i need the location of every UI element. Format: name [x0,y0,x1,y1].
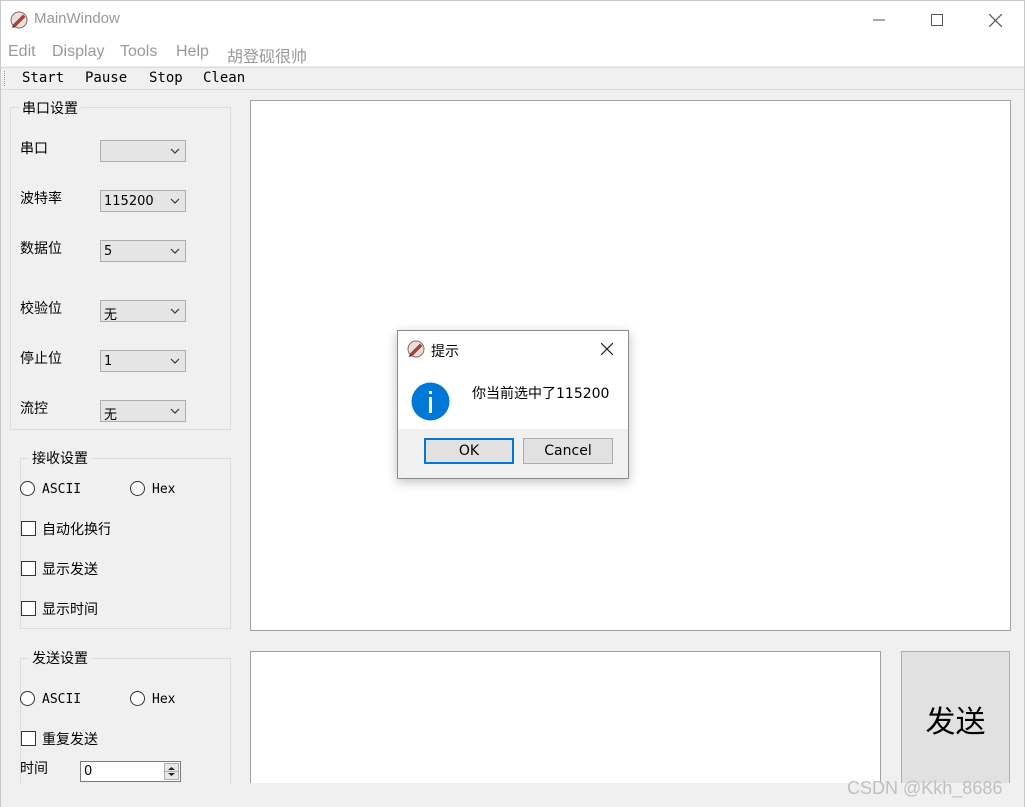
send-hex-label: Hex [152,692,176,707]
dialog-message: 你当前选中了115200 [472,386,610,402]
close-icon [988,13,1002,27]
databits-combo[interactable]: 5 [100,240,186,262]
ok-button[interactable]: OK [424,438,514,464]
show-send-label: 显示发送 [42,562,98,578]
minimize-icon [873,19,885,21]
close-icon [601,343,613,355]
send-ascii-radio[interactable] [20,691,35,706]
receive-hex-label: Hex [152,482,176,497]
flowcontrol-label: 流控 [20,401,48,417]
chevron-down-icon [170,408,180,414]
auto-newline-label: 自动化换行 [42,522,110,538]
chevron-down-icon [170,308,180,314]
parity-value: 无 [104,308,118,323]
menu-tools[interactable]: Tools [120,43,157,61]
minimize-button[interactable] [850,1,908,39]
databits-label: 数据位 [20,241,62,257]
show-send-checkbox[interactable] [21,561,36,576]
serial-settings-title: 串口设置 [19,98,81,118]
stop-button[interactable]: Stop [149,70,183,86]
main-window: MainWindow Edit Display Tools Help 胡登砚很帅… [0,0,1025,807]
clean-button[interactable]: Clean [203,70,245,86]
toolbar: Start Pause Stop Clean [1,67,1024,90]
send-button[interactable]: 发送 [901,651,1010,786]
menu-bar: Edit Display Tools Help 胡登砚很帅 [1,39,1024,66]
time-value: 0 [84,764,93,779]
receive-textarea[interactable] [250,100,1011,631]
receive-hex-radio[interactable] [130,481,145,496]
baud-label: 波特率 [20,191,62,207]
menu-display[interactable]: Display [52,43,104,61]
receive-ascii-radio[interactable] [20,481,35,496]
time-label: 时间 [20,761,48,777]
spin-buttons[interactable] [164,763,179,780]
send-ascii-label: ASCII [42,692,82,707]
toolbar-grip[interactable] [4,71,7,86]
pen-app-icon [10,11,28,29]
maximize-icon [931,14,943,26]
pen-app-icon [407,340,425,358]
maximize-button[interactable] [908,1,966,39]
chevron-down-icon [170,358,180,364]
start-button[interactable]: Start [22,70,64,86]
flowcontrol-value: 无 [104,408,118,423]
chevron-down-icon [170,248,180,254]
stopbits-combo[interactable]: 1 [100,350,186,372]
databits-value: 5 [104,244,113,259]
stopbits-value: 1 [104,354,113,369]
send-hex-radio[interactable] [130,691,145,706]
menu-edit[interactable]: Edit [8,43,36,61]
send-textarea[interactable] [250,651,881,785]
close-button[interactable] [966,1,1024,39]
send-settings-title: 发送设置 [29,648,91,668]
show-time-checkbox[interactable] [21,601,36,616]
pause-button[interactable]: Pause [85,70,127,86]
port-label: 串口 [20,141,48,157]
chevron-down-icon [170,198,180,204]
receive-settings-title: 接收设置 [29,448,91,468]
watermark: CSDN @Kkh_8686 [847,778,1003,798]
auto-newline-checkbox[interactable] [21,521,36,536]
message-dialog: 提示 你当前选中了115200 OK Cancel [397,330,629,479]
spin-arrows-icon [165,767,178,776]
parity-combo[interactable]: 无 [100,300,186,323]
menu-help[interactable]: Help [176,43,209,61]
port-combo[interactable] [100,140,186,162]
repeat-send-label: 重复发送 [42,732,98,748]
title-bar: MainWindow [1,1,1024,39]
repeat-send-checkbox[interactable] [21,731,36,746]
dialog-button-area: OK Cancel [398,429,628,478]
menu-author[interactable]: 胡登砚很帅 [227,43,307,67]
show-time-label: 显示时间 [42,602,98,618]
chevron-down-icon [170,148,180,154]
time-spinbox[interactable]: 0 [80,761,181,782]
receive-ascii-label: ASCII [42,482,82,497]
flowcontrol-combo[interactable]: 无 [100,400,186,423]
stopbits-label: 停止位 [20,351,62,367]
dialog-title: 提示 [431,344,459,360]
window-title: MainWindow [34,10,120,27]
baud-combo[interactable]: 115200 [100,190,186,212]
info-icon [411,382,450,421]
baud-value: 115200 [104,194,154,209]
cancel-button[interactable]: Cancel [523,438,613,464]
parity-label: 校验位 [20,301,62,317]
dialog-close-button[interactable] [597,339,617,359]
